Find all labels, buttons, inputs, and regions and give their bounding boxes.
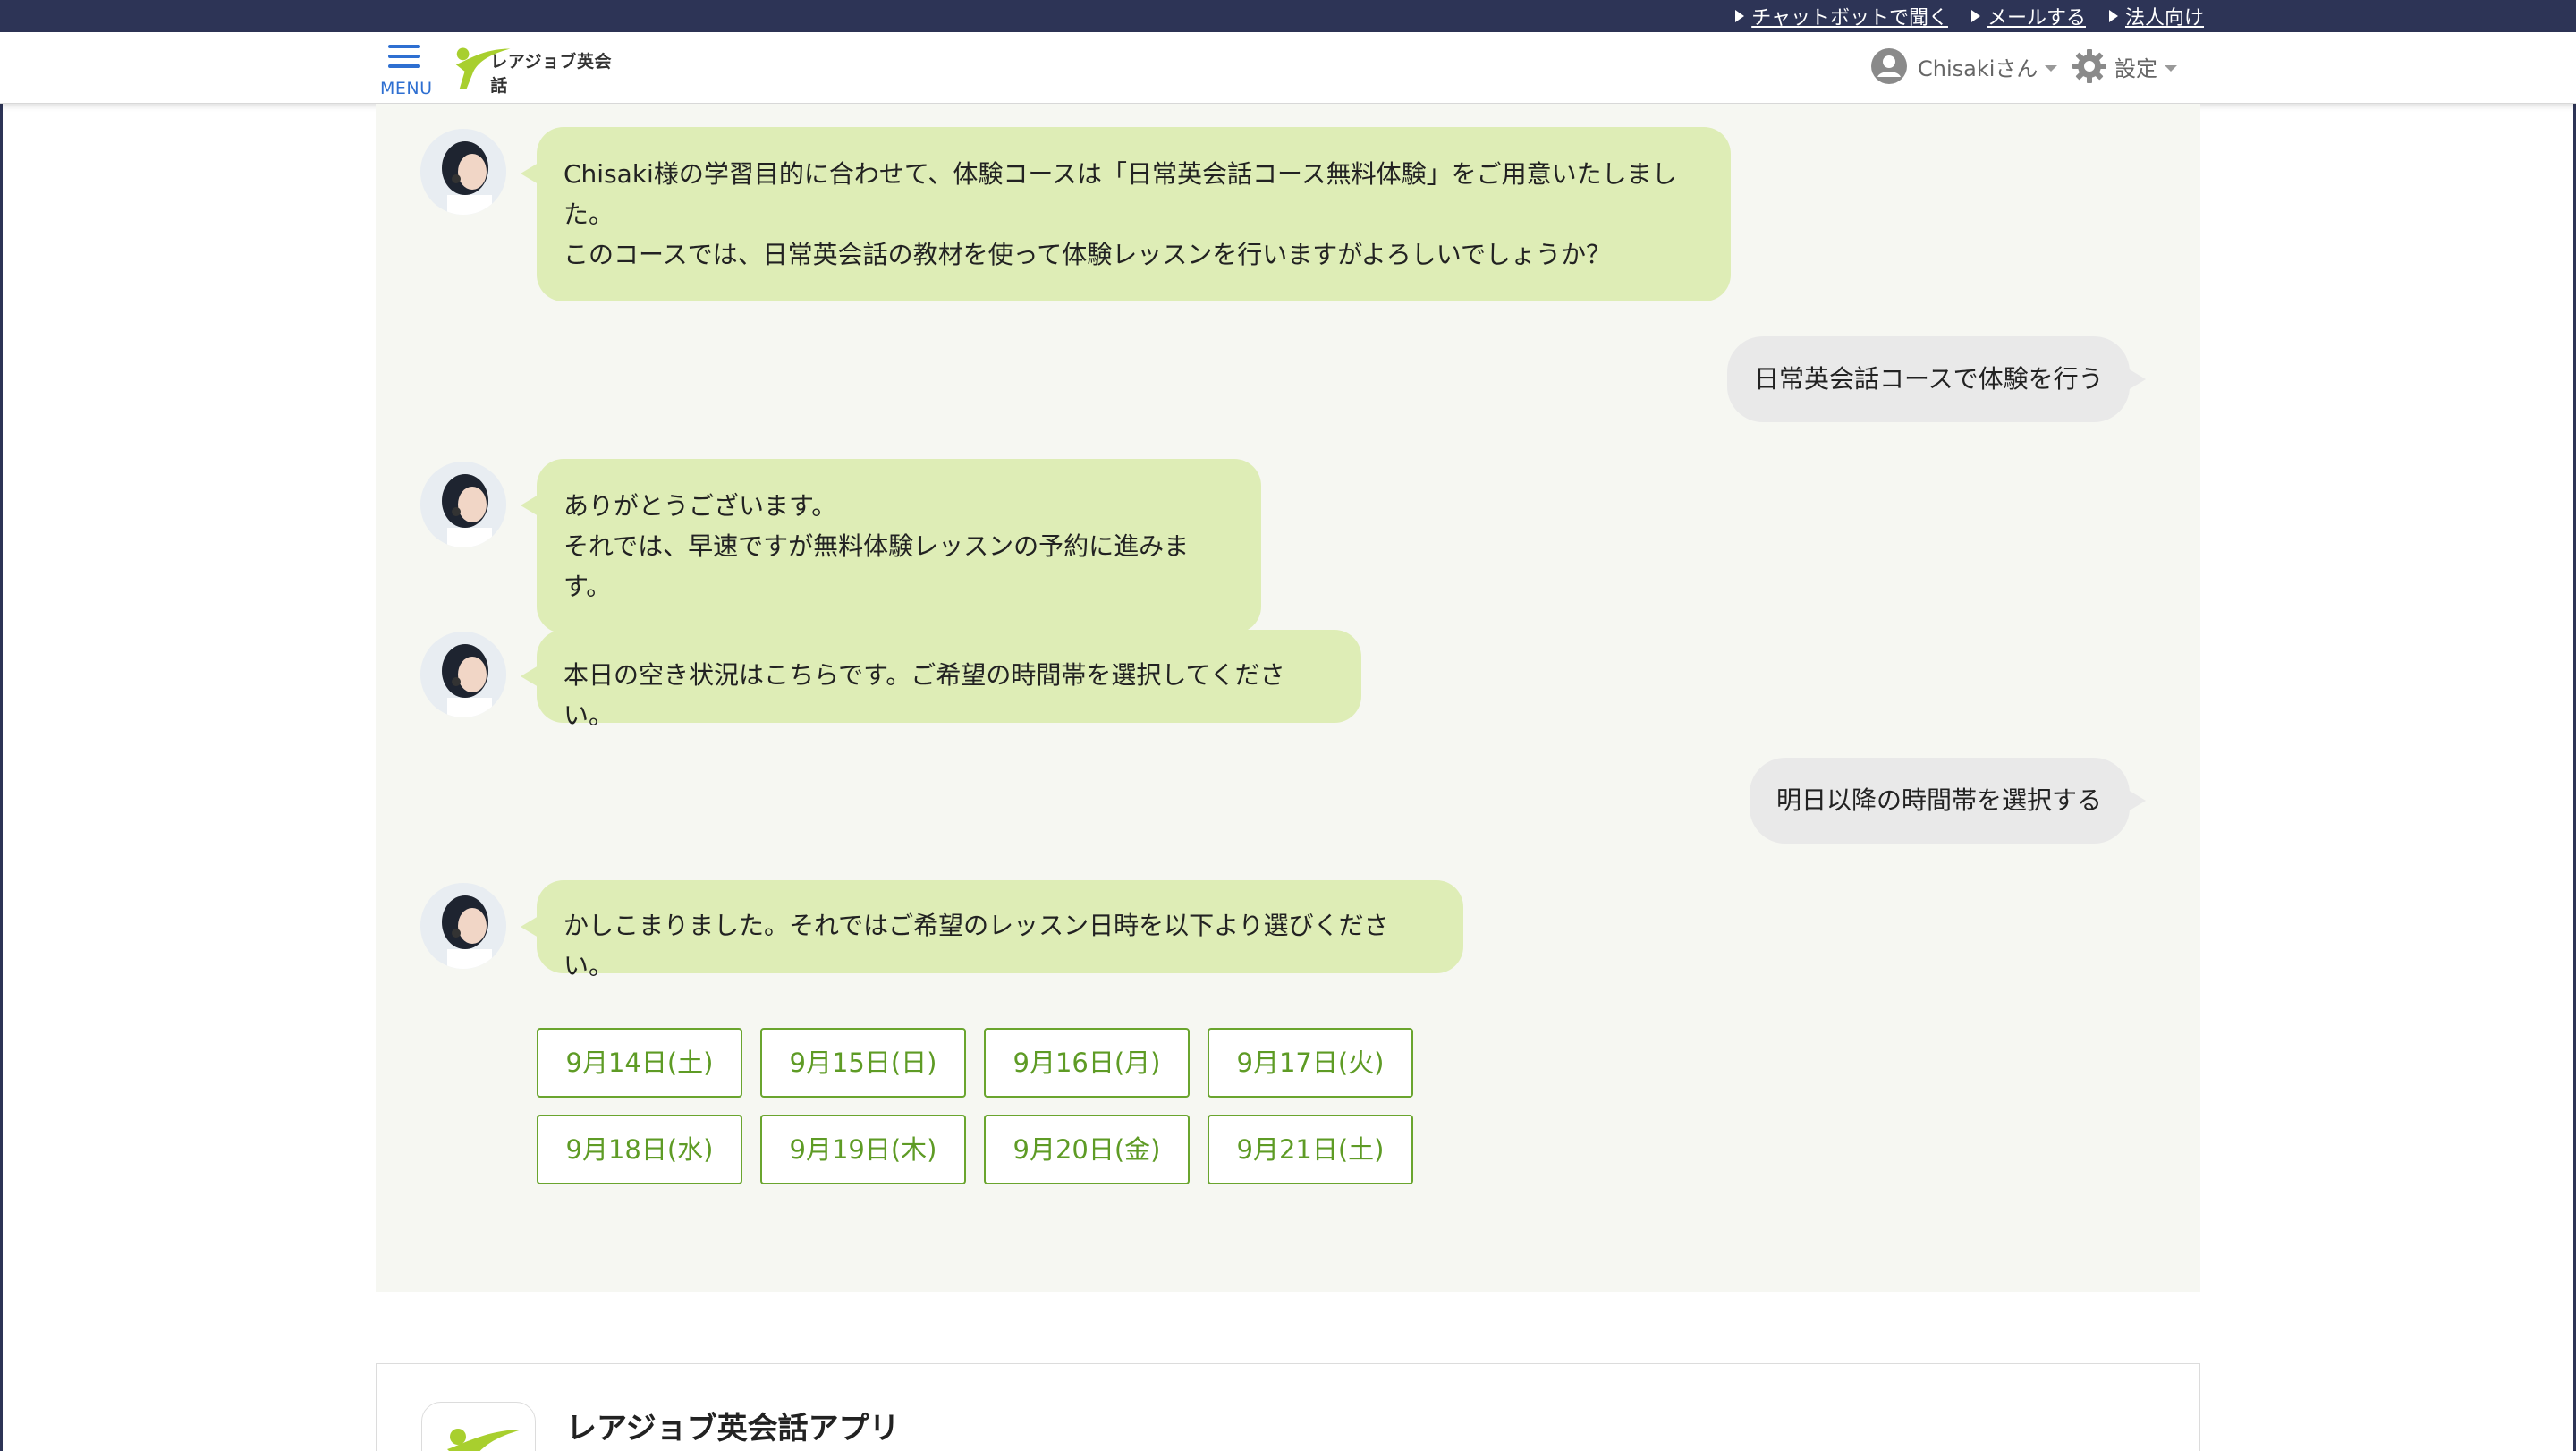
bot-message: かしこまりました。それではご希望のレッスン日時を以下より選びください。 (521, 880, 1463, 980)
date-button-0921[interactable]: 9月21日(土) (1208, 1115, 1413, 1184)
triangle-right-icon (2108, 10, 2118, 22)
date-button-0917[interactable]: 9月17日(火) (1208, 1028, 1413, 1098)
message-line: た。 (564, 199, 614, 229)
operator-avatar (420, 462, 506, 547)
operator-avatar (420, 129, 506, 215)
message-line: かしこまりました。それではご希望のレッスン日時を以下より選びください。 (564, 911, 1389, 980)
app-title: レアジョブ英会話アプリ (566, 1411, 900, 1447)
corporate-link-label: 法人向け (2124, 7, 2204, 30)
menu-button[interactable]: MENU (377, 41, 436, 98)
message-line: 本日の空き状況はこちらです。ご希望の時間帯を選択してください。 (564, 660, 1285, 730)
bot-message: 本日の空き状況はこちらです。ご希望の時間帯を選択してください。 (521, 630, 1361, 730)
chevron-down-icon (2165, 64, 2177, 72)
user-name: Chisakiさん (1918, 55, 2038, 81)
app-icon (421, 1402, 536, 1451)
date-button-0918[interactable]: 9月18日(水) (537, 1115, 742, 1184)
logo-text: レアジョブ英会話 (490, 52, 612, 96)
message-line: それでは、早速ですが無料体験レッスンの予約に進みます。 (564, 531, 1190, 601)
gear-icon (2072, 49, 2106, 83)
operator-avatar (420, 632, 506, 717)
user-icon (1871, 48, 1907, 84)
top-utility-bar: チャットボットで聞く メールする 法人向け (0, 0, 2576, 32)
menu-label: MENU (380, 79, 433, 98)
chat-panel: Chisaki様の学習目的に合わせて、体験コースは「日常英会話コース無料体験」を… (376, 104, 2200, 1292)
site-header: MENU レアジョブ英会話 Chisakiさん 設定 (0, 32, 2576, 104)
user-menu[interactable]: Chisakiさん (1871, 47, 2058, 86)
date-button-0919[interactable]: 9月19日(木) (760, 1115, 966, 1184)
chevron-down-icon (2045, 64, 2058, 72)
bot-message: Chisaki様の学習目的に合わせて、体験コースは「日常英会話コース無料体験」を… (521, 127, 1731, 301)
operator-avatar (420, 883, 506, 969)
date-button-0920[interactable]: 9月20日(金) (984, 1115, 1190, 1184)
message-line: ありがとうございます。 (564, 491, 837, 521)
user-message: 明日以降の時間帯を選択する (1750, 758, 2146, 844)
chatbot-link-label: チャットボットで聞く (1751, 7, 1948, 30)
user-message: 日常英会話コースで体験を行う (1727, 336, 2146, 422)
date-button-0915[interactable]: 9月15日(日) (760, 1028, 966, 1098)
settings-label: 設定 (2114, 55, 2157, 81)
hamburger-icon (388, 45, 420, 74)
site-logo[interactable]: レアジョブ英会話 (447, 41, 626, 96)
corporate-link[interactable]: 法人向け (2108, 2, 2204, 30)
message-line: このコースでは、日常英会話の教材を使って体験レッスンを行いますがよろしいでしょう… (564, 240, 1611, 269)
mail-link[interactable]: メールする (1970, 2, 2086, 30)
triangle-right-icon (1970, 10, 1980, 22)
date-button-0916[interactable]: 9月16日(月) (984, 1028, 1190, 1098)
settings-menu[interactable]: 設定 (2072, 47, 2177, 86)
app-promo-card[interactable]: レアジョブ英会話アプリ (376, 1363, 2200, 1451)
chatbot-link[interactable]: チャットボットで聞く (1735, 2, 1948, 30)
date-button-0914[interactable]: 9月14日(土) (537, 1028, 742, 1098)
triangle-right-icon (1735, 10, 1745, 22)
bot-message: ありがとうございます。 それでは、早速ですが無料体験レッスンの予約に進みます。 (521, 459, 1261, 633)
message-line: Chisaki様の学習目的に合わせて、体験コースは「日常英会話コース無料体験」を… (564, 159, 1677, 189)
mail-link-label: メールする (1987, 7, 2086, 30)
window-edge-left (0, 0, 3, 1451)
